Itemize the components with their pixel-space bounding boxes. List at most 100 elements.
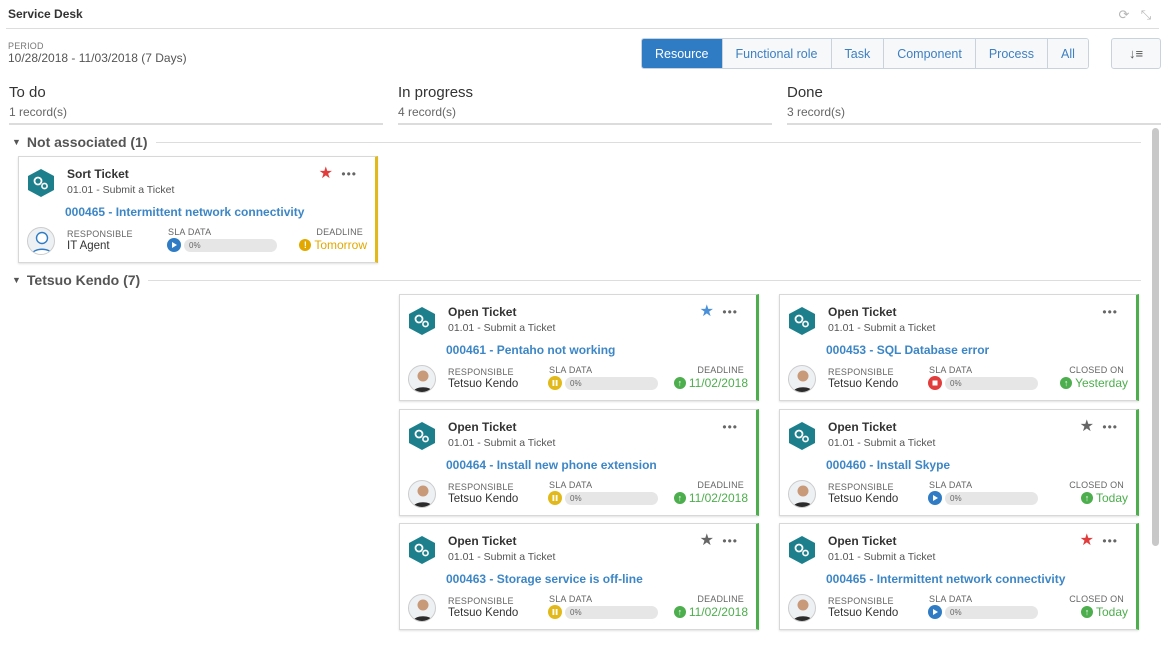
star-icon[interactable]: ★ <box>319 166 333 182</box>
sort-az-icon: ↓≡ <box>1128 46 1144 61</box>
sla-bar: 0% <box>945 491 1038 505</box>
sla-label: SLA DATA <box>929 594 973 604</box>
card-title: Open Ticket <box>828 420 897 434</box>
card-subtitle: 01.01 - Submit a Ticket <box>448 437 556 449</box>
date-status-icon: ↑ <box>1080 492 1093 504</box>
star-icon[interactable]: ★ <box>1080 419 1094 435</box>
star-icon[interactable]: ★ <box>700 304 714 320</box>
column-count: 4 record(s) <box>398 105 457 119</box>
column-title: Done <box>787 84 823 101</box>
ticket-link[interactable]: 000465 - Intermittent network connectivi… <box>826 572 1065 586</box>
date-value: Today <box>1095 605 1128 619</box>
star-icon[interactable]: ★ <box>700 533 714 549</box>
sla-progress: 0% <box>548 605 658 619</box>
date-label: DEADLINE <box>316 227 363 237</box>
responsible-label: RESPONSIBLE <box>448 482 514 492</box>
user-avatar-icon <box>792 485 814 507</box>
more-options-icon[interactable]: ••• <box>1102 534 1118 548</box>
ticket-link[interactable]: 000463 - Storage service is off-line <box>446 572 643 586</box>
tab-resource[interactable]: Resource <box>642 39 723 68</box>
sort-button[interactable]: ↓≡ <box>1111 38 1161 69</box>
date-label: DEADLINE <box>697 365 744 375</box>
group-divider <box>155 141 1141 143</box>
tab-functional-role[interactable]: Functional role <box>722 39 832 68</box>
column-done: Done 3 record(s) <box>787 84 1161 125</box>
grouping-tabs: Resource Functional role Task Component … <box>641 38 1089 69</box>
ticket-link[interactable]: 000461 - Pentaho not working <box>446 343 615 357</box>
avatar <box>788 365 816 393</box>
group-title: Not associated (1) <box>26 134 148 150</box>
more-options-icon[interactable]: ••• <box>722 534 738 548</box>
scrollbar[interactable] <box>1152 128 1159 546</box>
process-gear-icon <box>409 307 435 335</box>
responsible-label: RESPONSIBLE <box>828 367 894 377</box>
ticket-link[interactable]: 000453 - SQL Database error <box>826 343 989 357</box>
column-divider <box>9 123 383 125</box>
sla-status-icon <box>167 238 181 252</box>
panel-tools: ⟳ ⤡ <box>1117 8 1153 22</box>
ticket-card[interactable]: Open Ticket 01.01 - Submit a Ticket 0004… <box>399 523 759 630</box>
card-subtitle: 01.01 - Submit a Ticket <box>448 551 556 563</box>
sla-progress: 0% <box>548 491 658 505</box>
date-value-row: ↑ Today <box>1080 605 1128 619</box>
sla-status-icon <box>548 605 562 619</box>
tab-task[interactable]: Task <box>831 39 885 68</box>
responsible-label: RESPONSIBLE <box>67 229 133 239</box>
sla-value: 0% <box>570 493 582 503</box>
ticket-card[interactable]: Sort Ticket 01.01 - Submit a Ticket 0004… <box>18 156 378 263</box>
date-status-icon: ↑ <box>673 377 686 389</box>
ticket-link[interactable]: 000460 - Install Skype <box>826 458 950 472</box>
more-options-icon[interactable]: ••• <box>1102 305 1118 319</box>
ticket-card[interactable]: Open Ticket 01.01 - Submit a Ticket 0004… <box>779 523 1139 630</box>
sla-label: SLA DATA <box>929 480 973 490</box>
collapse-icon[interactable]: ⤡ <box>1139 8 1153 22</box>
group-not-associated[interactable]: ▼ Not associated (1) <box>12 134 1141 150</box>
ticket-card[interactable]: Open Ticket 01.01 - Submit a Ticket 0004… <box>779 294 1139 401</box>
refresh-icon[interactable]: ⟳ <box>1117 8 1131 22</box>
sla-status-icon <box>928 376 942 390</box>
process-gear-icon <box>409 536 435 564</box>
sla-bar: 0% <box>184 238 277 252</box>
ticket-card[interactable]: Open Ticket 01.01 - Submit a Ticket 0004… <box>399 409 759 516</box>
sla-label: SLA DATA <box>168 227 212 237</box>
period-value: 10/28/2018 - 11/03/2018 (7 Days) <box>8 51 187 65</box>
tab-process[interactable]: Process <box>975 39 1048 68</box>
avatar <box>408 594 436 622</box>
sla-bar: 0% <box>565 376 658 390</box>
tab-component[interactable]: Component <box>884 39 976 68</box>
date-value-row: ↑ Today <box>1080 491 1128 505</box>
star-icon[interactable]: ★ <box>1080 533 1094 549</box>
process-gear-icon <box>789 422 815 450</box>
sla-progress: 0% <box>928 491 1038 505</box>
avatar <box>27 227 55 255</box>
responsible-value: Tetsuo Kendo <box>828 607 899 619</box>
ticket-card[interactable]: Open Ticket 01.01 - Submit a Ticket 0004… <box>779 409 1139 516</box>
user-avatar-icon <box>792 370 814 392</box>
responsible-value: Tetsuo Kendo <box>448 493 519 505</box>
sla-label: SLA DATA <box>549 594 593 604</box>
sla-bar: 0% <box>565 605 658 619</box>
process-gear-icon <box>789 307 815 335</box>
caret-down-icon: ▼ <box>12 137 21 147</box>
more-options-icon[interactable]: ••• <box>722 305 738 319</box>
more-options-icon[interactable]: ••• <box>722 420 738 434</box>
more-options-icon[interactable]: ••• <box>1102 420 1118 434</box>
more-options-icon[interactable]: ••• <box>341 167 357 181</box>
ticket-link[interactable]: 000464 - Install new phone extension <box>446 458 657 472</box>
sla-value: 0% <box>570 607 582 617</box>
date-label: DEADLINE <box>697 594 744 604</box>
sla-status-icon <box>548 376 562 390</box>
card-subtitle: 01.01 - Submit a Ticket <box>828 437 936 449</box>
process-gear-icon <box>789 536 815 564</box>
tab-all[interactable]: All <box>1047 39 1088 68</box>
date-value: Tomorrow <box>314 238 367 252</box>
ticket-link[interactable]: 000465 - Intermittent network connectivi… <box>65 205 304 219</box>
group-tetsuo-kendo[interactable]: ▼ Tetsuo Kendo (7) <box>12 272 1141 288</box>
column-divider <box>398 123 772 125</box>
date-value-row: ↑ Yesterday <box>1060 376 1128 390</box>
date-label: DEADLINE <box>697 480 744 490</box>
responsible-value: Tetsuo Kendo <box>828 378 899 390</box>
date-value: Yesterday <box>1075 376 1128 390</box>
column-count: 1 record(s) <box>9 105 68 119</box>
ticket-card[interactable]: Open Ticket 01.01 - Submit a Ticket 0004… <box>399 294 759 401</box>
